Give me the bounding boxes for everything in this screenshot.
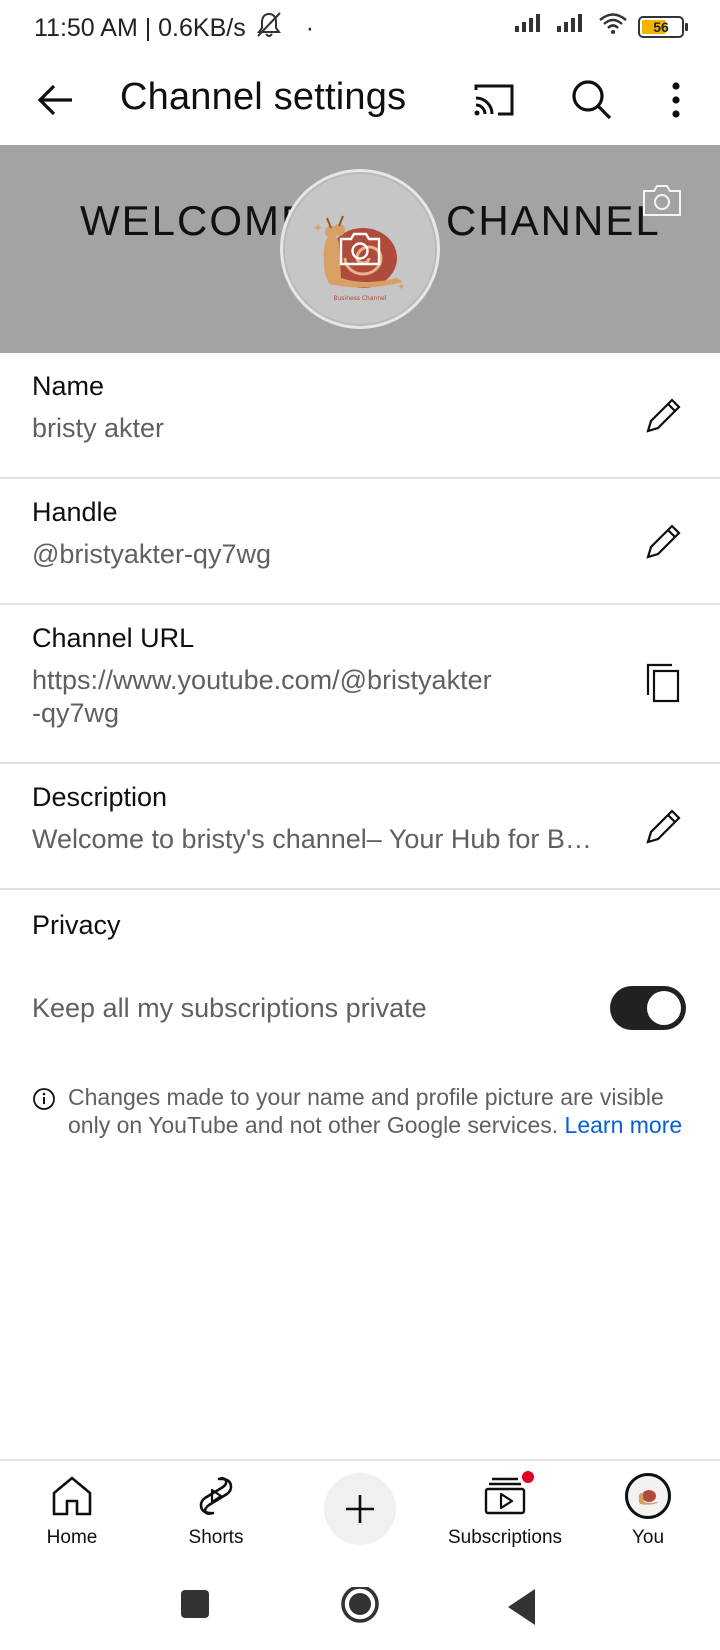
home-circle-icon[interactable] <box>338 1585 382 1636</box>
back-arrow-icon[interactable] <box>32 76 80 124</box>
channel-banner[interactable]: WELCOME CHANNEL ✦ ✦ Business Channel <box>0 145 720 353</box>
home-icon <box>49 1473 95 1519</box>
status-bar: 11:50 AM | 0.6KB/s · 56 <box>0 0 720 56</box>
create-button[interactable] <box>324 1473 396 1545</box>
subscriptions-icon <box>482 1469 536 1519</box>
edit-description-icon[interactable] <box>642 804 686 848</box>
info-text: Changes made to your name and profile pi… <box>68 1083 692 1139</box>
bottom-nav: Home Shorts Subscriptions You <box>0 1459 720 1577</box>
info-icon <box>32 1087 56 1111</box>
info-notice: Changes made to your name and profile pi… <box>32 1083 692 1139</box>
avatar-camera-icon[interactable] <box>337 230 383 268</box>
edit-handle-icon[interactable] <box>642 519 686 563</box>
search-icon[interactable] <box>568 76 616 124</box>
app-bar: Channel settings <box>0 56 720 144</box>
nav-shorts[interactable]: Shorts <box>146 1473 286 1549</box>
description-row[interactable]: Description Welcome to bristy's channel–… <box>0 764 720 890</box>
nav-you[interactable]: You <box>578 1473 718 1549</box>
avatar-caption: Business Channel <box>334 295 387 302</box>
edit-name-icon[interactable] <box>642 393 686 437</box>
privacy-heading: Privacy <box>32 910 121 940</box>
learn-more-link[interactable]: Learn more <box>565 1112 683 1138</box>
channel-url-row[interactable]: Channel URL https://www.youtube.com/@bri… <box>0 605 720 764</box>
name-value: bristy akter <box>32 413 165 443</box>
battery-icon: 56 <box>638 15 688 38</box>
mute-bell-icon <box>254 11 284 46</box>
banner-text-right: CHANNEL <box>446 197 661 244</box>
nav-home[interactable]: Home <box>2 1473 142 1549</box>
signal-icon <box>514 12 546 41</box>
svg-text:✦: ✦ <box>397 282 405 293</box>
notification-dot <box>520 1469 536 1485</box>
description-label: Description <box>32 782 168 812</box>
status-dot: · <box>305 13 315 42</box>
handle-label: Handle <box>32 497 118 527</box>
plus-icon <box>346 1495 374 1523</box>
nav-subscriptions[interactable]: Subscriptions <box>435 1469 575 1549</box>
status-left: 11:50 AM | 0.6KB/s · <box>34 11 314 46</box>
description-value: Welcome to bristy's channel– Your Hub fo… <box>32 824 592 854</box>
channel-url-value-line2: -qy7wg <box>32 698 120 728</box>
handle-value: @bristyakter-qy7wg <box>32 539 271 569</box>
nav-you-label: You <box>631 1527 665 1548</box>
banner-text-left: WELCOME <box>80 197 312 244</box>
more-vert-icon[interactable] <box>660 76 692 124</box>
toggle-knob <box>647 991 681 1025</box>
avatar: ✦ ✦ Business Channel <box>285 174 435 324</box>
private-subscriptions-toggle[interactable] <box>610 986 686 1030</box>
shorts-icon <box>193 1473 239 1519</box>
status-time: 11:50 AM | 0.6KB/s <box>34 13 246 42</box>
cast-icon[interactable] <box>470 76 518 124</box>
nav-shorts-label: Shorts <box>188 1527 244 1548</box>
snail-avatar-icon <box>638 1490 658 1505</box>
banner-camera-icon[interactable] <box>640 183 684 219</box>
svg-text:✦: ✦ <box>313 221 323 235</box>
profile-picture[interactable]: ✦ ✦ Business Channel <box>280 169 440 329</box>
copy-icon[interactable] <box>642 661 686 705</box>
system-nav-bar <box>0 1577 720 1650</box>
channel-url-value-line1: https://www.youtube.com/@bristyakter <box>32 665 492 695</box>
battery-level: 56 <box>653 18 669 35</box>
back-triangle-icon[interactable] <box>505 1587 539 1632</box>
private-subscriptions-label: Keep all my subscriptions private <box>32 993 427 1023</box>
channel-url-label: Channel URL <box>32 623 195 653</box>
status-right: 56 <box>514 12 688 41</box>
nav-subscriptions-label: Subscriptions <box>447 1527 563 1548</box>
name-label: Name <box>32 371 105 401</box>
recents-square-icon[interactable] <box>178 1587 212 1626</box>
nav-home-label: Home <box>46 1527 98 1548</box>
you-avatar <box>625 1473 671 1519</box>
name-row[interactable]: Name bristy akter <box>0 353 720 479</box>
handle-row[interactable]: Handle @bristyakter-qy7wg <box>0 479 720 605</box>
signal-icon <box>556 12 588 41</box>
page-title: Channel settings <box>120 76 407 118</box>
wifi-icon <box>598 12 628 41</box>
